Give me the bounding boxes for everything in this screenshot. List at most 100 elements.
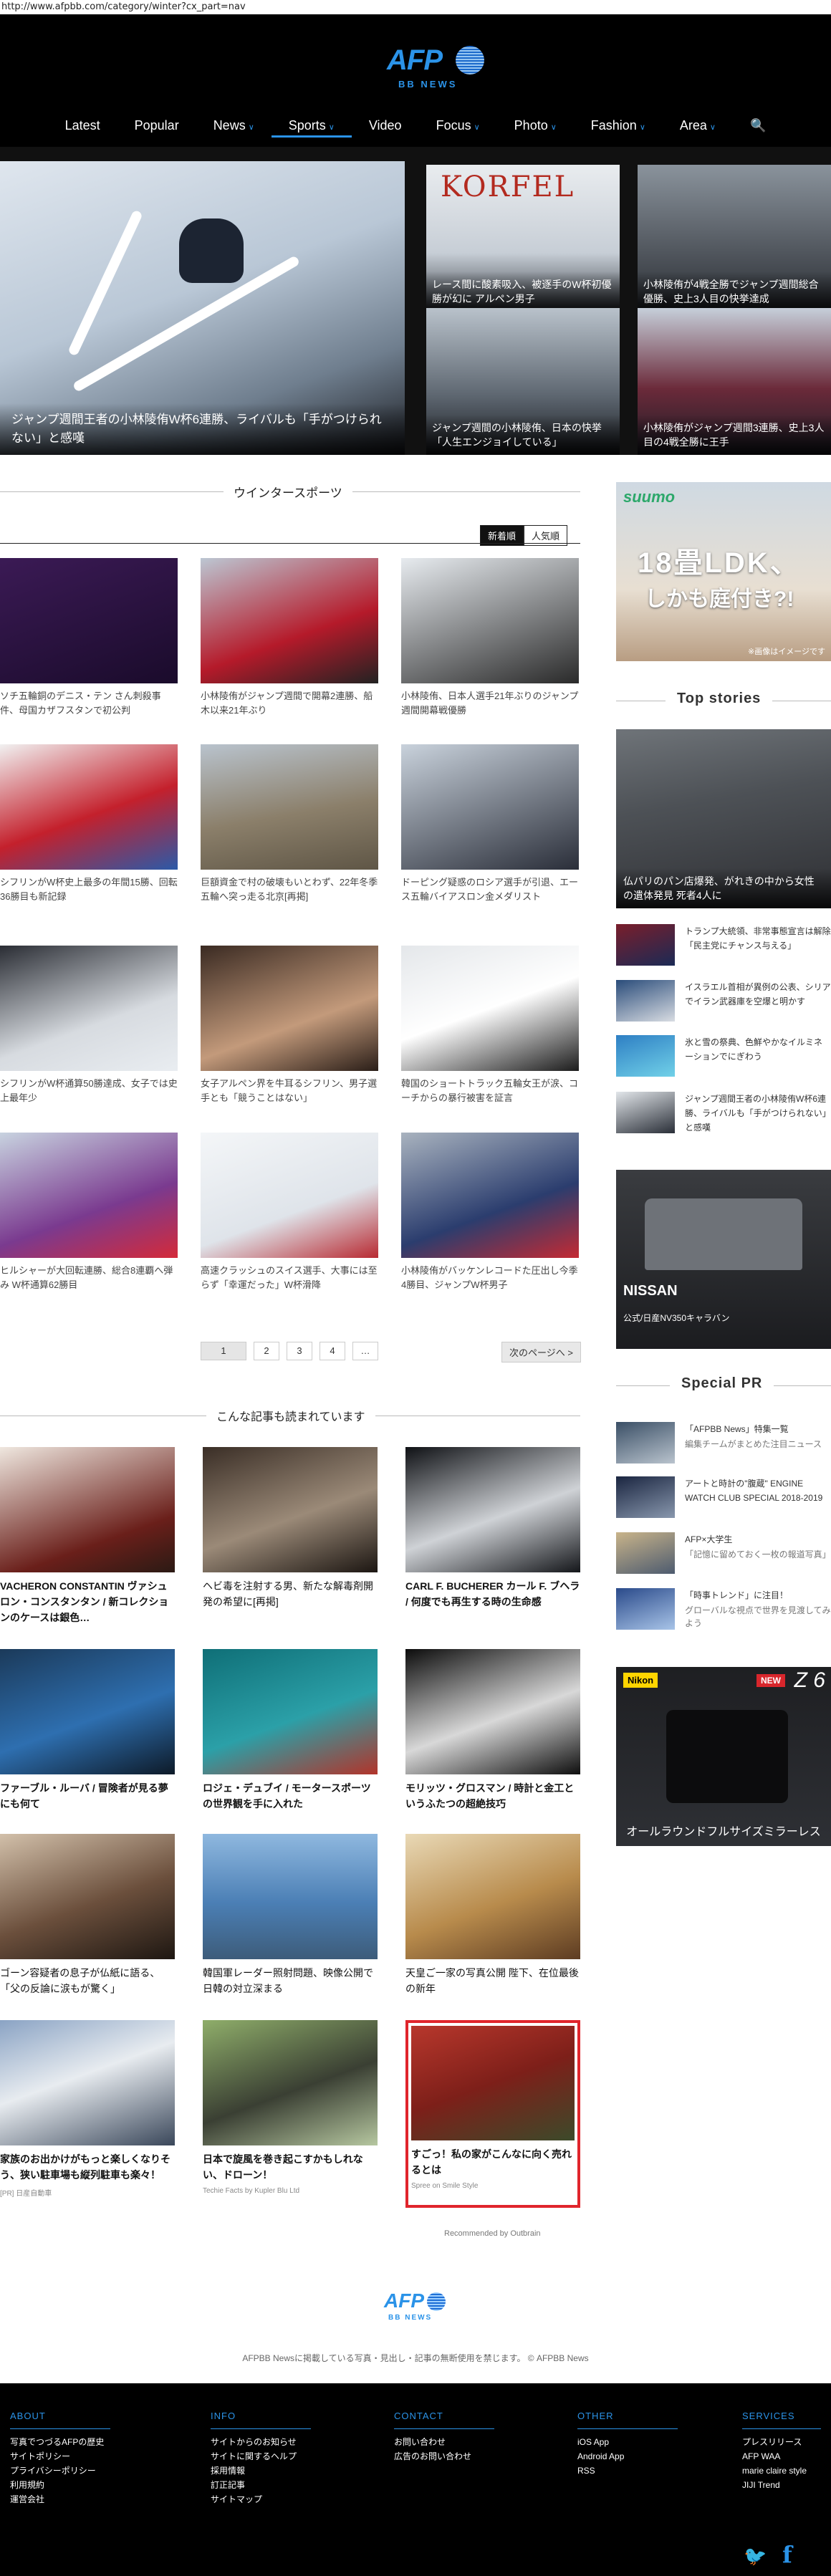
article-card[interactable]: シフリンがW杯史上最多の年間15勝、回転36勝目も新記録: [0, 744, 178, 904]
footer-link[interactable]: サイトからのお知らせ: [211, 2435, 311, 2449]
nav-item-fashion[interactable]: Fashion ∨: [574, 116, 663, 138]
top-story-main[interactable]: 仏パリのパン店爆発、がれきの中から女性の遺体発見 死者4人に: [616, 729, 831, 908]
footer-column-info: INFO サイトからのお知らせ サイトに関するヘルプ 採用情報 訂正記事 サイトマップ: [211, 2411, 311, 2507]
nav-item-sports[interactable]: Sports ∨: [271, 116, 352, 138]
recommended-card[interactable]: ロジェ・デュブイ / モータースポーツの世界観を手に入れた: [203, 1649, 378, 1812]
article-card[interactable]: 巨額資金で村の破壊もいとわず、22年冬季五輪へ突っ走る北京[再掲]: [201, 744, 378, 904]
recommended-card[interactable]: 家族のお出かけがもっと楽しくなりそう、狭い駐車場も縦列駐車も楽々！ [PR] 日産…: [0, 2020, 175, 2198]
hero-main-story[interactable]: ジャンプ週間王者の小林陵侑W杯6連勝、ライバルも「手がつけられない」と感嘆: [0, 161, 405, 455]
footer-link[interactable]: 訂正記事: [211, 2478, 311, 2492]
next-page-button[interactable]: 次のページへ >: [501, 1342, 581, 1363]
page-link-3[interactable]: 3: [287, 1342, 312, 1360]
page-link-5[interactable]: …: [352, 1342, 378, 1360]
article-thumbnail: [401, 946, 579, 1071]
nav-label: Focus: [436, 118, 471, 133]
article-card[interactable]: ヒルシャーが大回転連勝、総合8連覇へ弾み W杯通算62勝目: [0, 1133, 178, 1292]
footer-link[interactable]: サイトポリシー: [10, 2449, 110, 2464]
footer-link[interactable]: marie claire style: [742, 2464, 821, 2478]
footer-logo[interactable]: AFP BB NEWS: [380, 2289, 451, 2325]
recommended-card[interactable]: すごっ！私の家がこんなに向く売れるとは Spree on Smile Style: [405, 2020, 580, 2208]
nav-item-news[interactable]: News ∨: [196, 116, 272, 138]
recommended-card[interactable]: 天皇ご一家の写真公開 陛下、在位最後の新年: [405, 1834, 580, 1996]
hero-tile[interactable]: 小林陵侑が4戦全勝でジャンプ週間総合優勝、史上3人目の快挙達成: [638, 165, 831, 312]
ad-nikon[interactable]: Nikon NEW Z 6 オールラウンドフルサイズミラーレス: [616, 1667, 831, 1846]
footer-link[interactable]: JIJI Trend: [742, 2478, 821, 2492]
ad-nissan[interactable]: NISSAN 公式/日産NV350キャラバン: [616, 1170, 831, 1349]
footer-column-services: SERVICES プレスリリース AFP WAA marie claire style…: [742, 2411, 821, 2492]
recommended-card[interactable]: ヘビ毒を注射する男、新たな解毒剤開発の希望に[再掲]: [203, 1447, 378, 1610]
nav-item-area[interactable]: Area ∨: [663, 116, 733, 138]
url-bar[interactable]: http://www.afpbb.com/category/winter?cx_…: [0, 0, 831, 14]
top-story-thumbnail: [616, 980, 675, 1022]
article-card[interactable]: ソチ五輪銅のデニス・テン さん刺殺事件、母国カザフスタンで初公判: [0, 558, 178, 718]
recommended-card[interactable]: 日本で旋風を巻き起こすかもしれない、ドローン！ Techie Facts by K…: [203, 2020, 378, 2195]
footer-link[interactable]: RSS: [577, 2464, 678, 2478]
logo-text: AFP: [387, 44, 443, 76]
nav-label: Fashion: [590, 118, 637, 133]
article-card[interactable]: 小林陵侑、日本人選手21年ぶりのジャンプ週間開幕戦優勝: [401, 558, 579, 718]
footer-link[interactable]: お問い合わせ: [394, 2435, 494, 2449]
special-pr-item[interactable]: 「AFPBB News」特集一覧 編集チームがまとめた注目ニュース: [616, 1422, 831, 1469]
footer-link[interactable]: プライバシーポリシー: [10, 2464, 110, 2478]
special-pr-thumbnail: [616, 1422, 675, 1464]
footer-link[interactable]: 写真でつづるAFPの歴史: [10, 2435, 110, 2449]
facebook-icon[interactable]: f: [782, 2541, 792, 2568]
afpbb-logo[interactable]: AFP BB NEWS: [387, 36, 487, 93]
recommended-card[interactable]: VACHERON CONSTANTIN ヴァシュロン・コンスタンタン / 新コレ…: [0, 1447, 175, 1625]
page-link-4[interactable]: 4: [320, 1342, 345, 1360]
recommended-title: すごっ！私の家がこんなに向く売れるとは: [411, 2148, 572, 2176]
special-pr-subtitle: 「記憶に留めておく一枚の報道写真」: [685, 1549, 831, 1559]
article-card[interactable]: 小林陵侑がジャンプ週間で開幕2連勝、船木以来21年ぶり: [201, 558, 378, 718]
footer-link[interactable]: 採用情報: [211, 2464, 311, 2478]
article-card[interactable]: 女子アルペン界を牛耳るシフリン、男子選手とも「競うことはない」: [201, 946, 378, 1105]
footer-link[interactable]: サイトに関するヘルプ: [211, 2449, 311, 2464]
recommended-source: [PR] 日産自動車: [0, 2190, 52, 2198]
special-pr-item[interactable]: 「時事トレンド」に注目！ グローバルな視点で世界を見渡してみよう: [616, 1588, 831, 1635]
footer-link[interactable]: サイトマップ: [211, 2492, 311, 2507]
article-card[interactable]: 小林陵侑がバッケンレコードた圧出し今季4勝目、ジャンプW杯男子: [401, 1133, 579, 1292]
special-pr-item[interactable]: アートと時計の"腹蔵" ENGINE WATCH CLUB SPECIAL 20…: [616, 1476, 831, 1524]
article-card[interactable]: 韓国のショートトラック五輪女王が涙、コーチからの暴行被害を証言: [401, 946, 579, 1105]
recommended-card[interactable]: モリッツ・グロスマン / 時計と金工というふたつの超絶技巧: [405, 1649, 580, 1812]
nav-item-video[interactable]: Video: [352, 116, 419, 138]
page-link-2[interactable]: 2: [254, 1342, 279, 1360]
footer-link[interactable]: iOS App: [577, 2435, 678, 2449]
footer-link[interactable]: 広告のお問い合わせ: [394, 2449, 494, 2464]
recommended-card[interactable]: 韓国軍レーダー照射問題、映像公開で日韓の対立深まる: [203, 1834, 378, 1996]
footer-column-other: OTHER iOS App Android App RSS: [577, 2411, 678, 2478]
ad-suumo[interactable]: suumo 18畳LDK、 しかも庭付き?! ※画像はイメージです: [616, 482, 831, 661]
special-pr-thumbnail: [616, 1532, 675, 1574]
footer-link[interactable]: 利用規約: [10, 2478, 110, 2492]
banner-text: KORFEL: [441, 170, 575, 203]
article-card[interactable]: 高速クラッシュのスイス選手、大事には至らず「幸運だった」W杯滑降: [201, 1133, 378, 1292]
top-story-item[interactable]: イスラエル首相が異例の公表、シリアでイラン武器庫を空爆と明かす: [616, 980, 831, 1027]
hero-tile[interactable]: KORFEL レース間に酸素吸入、被逐手のW杯初優勝が幻に アルペン男子: [426, 165, 620, 312]
article-card[interactable]: ドーピング疑惑のロシア選手が引退、エース五輪バイアスロン金メダリスト: [401, 744, 579, 904]
hero-tile[interactable]: ジャンプ週間の小林陵侑、日本の快挙「人生エンジョイしている」: [426, 308, 620, 455]
search-button[interactable]: 🔍: [733, 116, 783, 138]
recommended-card[interactable]: ゴーン容疑者の息子が仏紙に語る、「父の反論に涙もが驚く」: [0, 1834, 175, 1996]
globe-icon: [456, 46, 484, 75]
nav-item-photo[interactable]: Photo ∨: [497, 116, 574, 138]
page-link-1[interactable]: 1: [201, 1342, 246, 1360]
nav-item-popular[interactable]: Popular: [117, 116, 196, 138]
special-pr-item[interactable]: AFP×大学生 「記憶に留めておく一枚の報道写真」: [616, 1532, 831, 1580]
nav-item-focus[interactable]: Focus ∨: [419, 116, 497, 138]
nav-item-latest[interactable]: Latest: [48, 116, 117, 138]
recommended-card[interactable]: ファーブル・ルーバ / 冒険者が見る夢にも何て: [0, 1649, 175, 1812]
footer-link[interactable]: プレスリリース: [742, 2435, 821, 2449]
recommended-card[interactable]: CARL F. BUCHERER カール F. ブヘラ / 何度でも再生する時の…: [405, 1447, 580, 1610]
top-story-item[interactable]: ジャンプ週間王者の小林陵侑W杯6連勝、ライバルも「手がつけられない」と感嘆: [616, 1092, 831, 1139]
outbrain-credit[interactable]: Recommended by Outbrain: [444, 2229, 541, 2238]
recommended-thumbnail: [0, 1834, 175, 1959]
top-story-item[interactable]: 氷と雪の祭典、色鮮やかなイルミネーションでにぎわう: [616, 1035, 831, 1082]
article-title: 小林陵侑、日本人選手21年ぶりのジャンプ週間開幕戦優勝: [401, 691, 579, 716]
footer-link[interactable]: AFP WAA: [742, 2449, 821, 2464]
twitter-icon[interactable]: 🐦: [744, 2545, 767, 2567]
hero-tile[interactable]: 小林陵侑がジャンプ週間3連勝、史上3人目の4戦全勝に王手: [638, 308, 831, 455]
footer-link[interactable]: Android App: [577, 2449, 678, 2464]
article-card[interactable]: シフリンがW杯通算50勝達成、女子では史上最年少: [0, 946, 178, 1105]
top-story-item[interactable]: トランプ大統領、非常事態宣言は解除「民主党にチャンス与える」: [616, 924, 831, 971]
footer-link[interactable]: 運営会社: [10, 2492, 110, 2507]
ad-headline: 18畳LDK、: [638, 547, 801, 579]
